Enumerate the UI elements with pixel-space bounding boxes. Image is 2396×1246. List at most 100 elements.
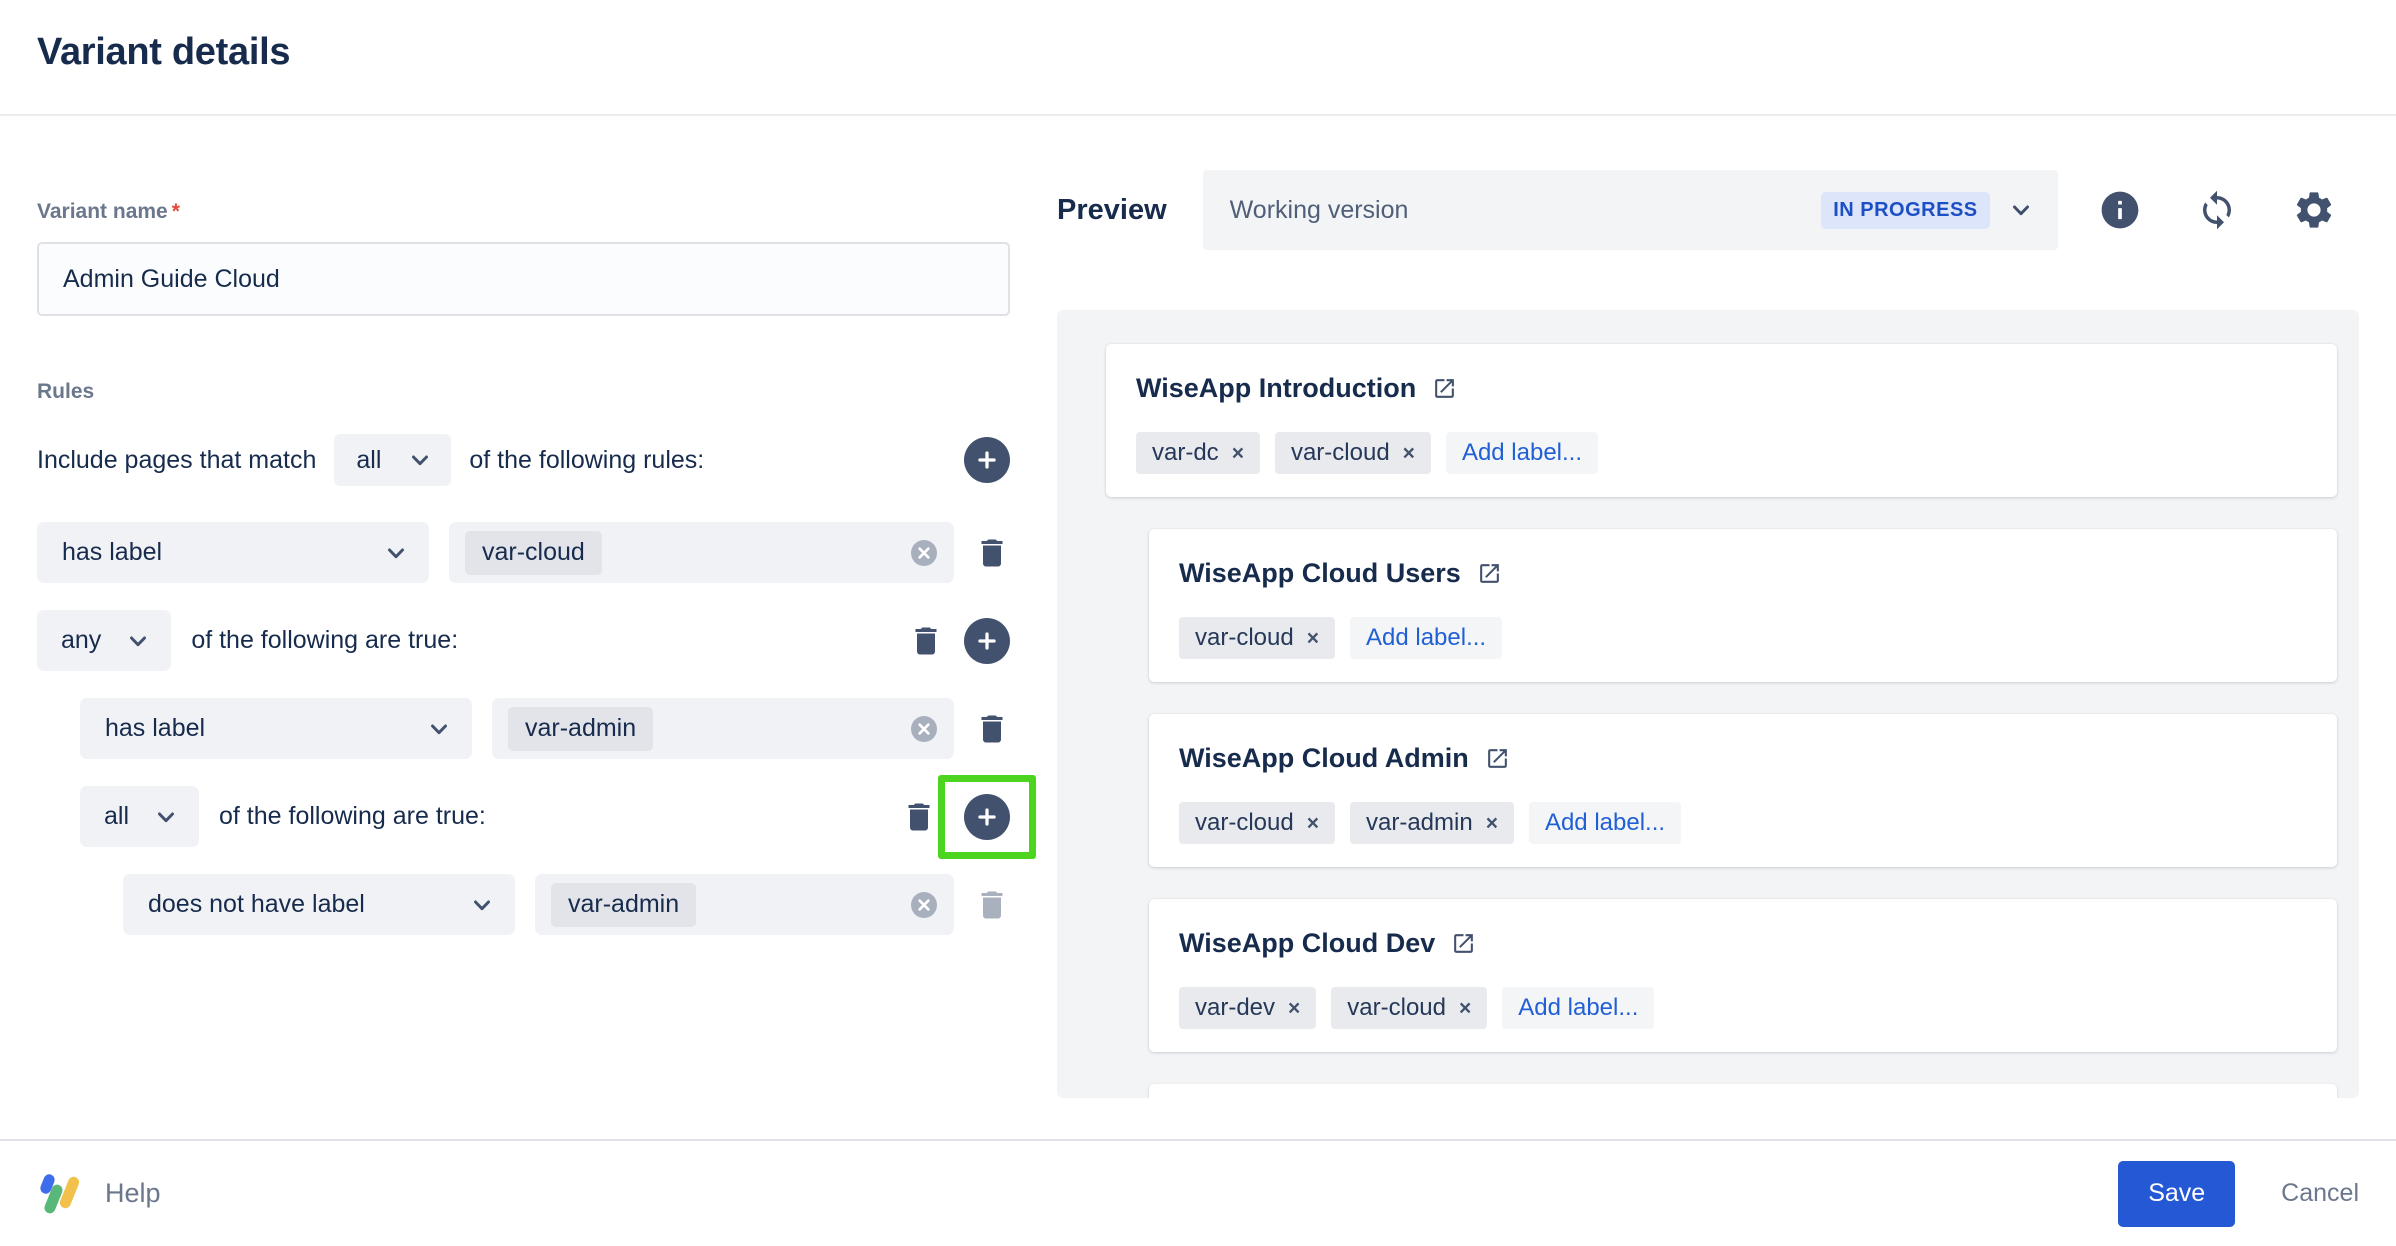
- match-prefix-text: Include pages that match: [37, 445, 317, 474]
- preview-section: Preview Working version IN PROGRESS Wise…: [1057, 170, 2359, 1139]
- page-link[interactable]: WiseApp Cloud Admin: [1179, 738, 2307, 778]
- trash-icon: [981, 891, 1003, 918]
- rule-label-field[interactable]: var-admin: [492, 698, 954, 759]
- preview-panel: WiseApp Introduction var-dc × var-cloud × …: [1057, 310, 2359, 1098]
- cancel-button[interactable]: Cancel: [2281, 1179, 2359, 1208]
- plus-icon: [978, 631, 996, 650]
- rule-group-row: any of the following are true:: [37, 610, 1010, 671]
- chevron-down-icon: [431, 724, 447, 734]
- rule-group-row: all of the following are true:: [37, 774, 1036, 859]
- group-operator-select[interactable]: any: [37, 610, 172, 671]
- delete-rule-button[interactable]: [974, 711, 1010, 747]
- plus-icon: [978, 451, 996, 469]
- preview-label: Preview: [1057, 193, 1167, 226]
- page-labels: var-cloud × var-admin × Add label...: [1179, 802, 2307, 844]
- rule-operator-select[interactable]: does not have label: [123, 874, 515, 935]
- add-label-link[interactable]: Add label...: [1528, 802, 1682, 844]
- page-link[interactable]: WiseApp Introduction: [1136, 368, 2307, 408]
- rule-row: has label var-admin: [37, 698, 1010, 759]
- help-link[interactable]: Help: [37, 1171, 161, 1217]
- footer-actions: Save Cancel: [2118, 1160, 2359, 1227]
- add-nested-rule-button[interactable]: [964, 617, 1010, 664]
- variant-name-input[interactable]: [37, 242, 1010, 316]
- clear-label-icon[interactable]: [910, 538, 938, 567]
- page-card: WiseApp Cloud Dev var-dev × var-cloud × Ad…: [1149, 899, 2337, 1052]
- delete-rule-button-disabled: [974, 887, 1010, 923]
- add-label-link[interactable]: Add label...: [1349, 617, 1503, 659]
- chevron-down-icon: [412, 455, 429, 466]
- refresh-icon: [2202, 190, 2231, 230]
- main-content: Variant name* Rules Include pages that m…: [0, 116, 2396, 1139]
- trash-icon: [981, 715, 1003, 742]
- page-link[interactable]: WiseApp Cloud Dev: [1179, 923, 2307, 963]
- version-name: Working version: [1229, 195, 1409, 224]
- page-card: WiseApp Introduction var-dc × var-cloud × …: [1106, 344, 2337, 497]
- label-chip: var-dc ×: [1136, 432, 1260, 474]
- add-label-link[interactable]: Add label...: [1502, 987, 1655, 1029]
- delete-rule-button[interactable]: [974, 535, 1010, 571]
- remove-label-icon[interactable]: ×: [1307, 813, 1319, 834]
- page-link[interactable]: WiseApp Cloud Users: [1179, 553, 2307, 593]
- group-suffix-text: of the following are true:: [219, 802, 486, 830]
- page-header: Variant details: [0, 0, 2396, 116]
- match-operator-select[interactable]: all: [334, 434, 452, 486]
- label-chip: var-cloud ×: [1179, 802, 1335, 844]
- remove-label-icon[interactable]: ×: [1307, 628, 1319, 649]
- chevron-down-icon: [474, 900, 490, 910]
- remove-label-icon[interactable]: ×: [1486, 813, 1498, 834]
- clear-label-icon[interactable]: [910, 890, 938, 919]
- chevron-down-icon: [2012, 205, 2029, 216]
- page-title: Variant details: [37, 31, 291, 73]
- page-labels: var-dev × var-cloud × Add label...: [1179, 987, 2307, 1029]
- save-button[interactable]: Save: [2118, 1160, 2236, 1227]
- preview-toolbar: [2098, 188, 2336, 232]
- label-chip: var-cloud ×: [1179, 617, 1335, 659]
- plus-icon: [978, 807, 996, 826]
- group-operator-select[interactable]: all: [80, 786, 200, 847]
- delete-group-button[interactable]: [901, 799, 937, 835]
- page-card-partial: [1149, 1084, 2337, 1098]
- settings-button[interactable]: [2292, 188, 2336, 232]
- rule-label-field[interactable]: var-admin: [535, 874, 954, 935]
- add-label-link[interactable]: Add label...: [1445, 432, 1599, 474]
- external-link-icon: [1479, 563, 1499, 583]
- chevron-down-icon: [158, 812, 174, 822]
- gear-icon: [2296, 192, 2331, 228]
- version-select[interactable]: Working version IN PROGRESS: [1202, 170, 2058, 250]
- remove-label-icon[interactable]: ×: [1459, 998, 1471, 1019]
- page-labels: var-dc × var-cloud × Add label...: [1136, 432, 2307, 474]
- click-highlight-annotation: [938, 774, 1036, 859]
- remove-label-icon[interactable]: ×: [1403, 443, 1415, 464]
- add-nested-rule-button[interactable]: [964, 793, 1010, 840]
- delete-group-button[interactable]: [908, 623, 944, 659]
- clear-label-icon[interactable]: [910, 714, 938, 743]
- label-chip: var-admin ×: [1349, 802, 1514, 844]
- rule-row: does not have label var-admin: [37, 874, 1010, 935]
- rules-match-row: Include pages that match all of the foll…: [37, 434, 1010, 486]
- rule-operator-select[interactable]: has label: [37, 522, 429, 583]
- trash-icon: [915, 627, 937, 654]
- label-chip: var-cloud ×: [1274, 432, 1431, 474]
- variant-form: Variant name* Rules Include pages that m…: [37, 200, 1036, 1139]
- trash-icon: [981, 539, 1003, 566]
- k15t-logo-icon: [37, 1171, 85, 1217]
- add-rule-button[interactable]: [964, 437, 1010, 483]
- variant-details-page: Variant details Variant name* Rules Incl…: [0, 0, 2396, 1246]
- match-suffix-text: of the following rules:: [469, 445, 705, 474]
- rule-row: has label var-cloud: [37, 522, 1010, 583]
- page-labels: var-cloud × Add label...: [1179, 617, 2307, 659]
- info-button[interactable]: [2098, 188, 2142, 232]
- label-value-chip: var-admin: [508, 706, 654, 751]
- help-label: Help: [105, 1178, 161, 1208]
- label-chip: var-cloud ×: [1331, 987, 1488, 1029]
- remove-label-icon[interactable]: ×: [1232, 443, 1244, 464]
- variant-name-label: Variant name *: [37, 200, 180, 223]
- external-link-icon: [1435, 378, 1455, 398]
- group-suffix-text: of the following are true:: [191, 626, 459, 654]
- refresh-button[interactable]: [2196, 189, 2238, 231]
- rule-label-field[interactable]: var-cloud: [449, 522, 954, 583]
- label-chip: var-dev ×: [1179, 987, 1317, 1029]
- rule-operator-select[interactable]: has label: [80, 698, 472, 759]
- remove-label-icon[interactable]: ×: [1288, 998, 1300, 1019]
- page-card: WiseApp Cloud Users var-cloud × Add label…: [1149, 529, 2337, 682]
